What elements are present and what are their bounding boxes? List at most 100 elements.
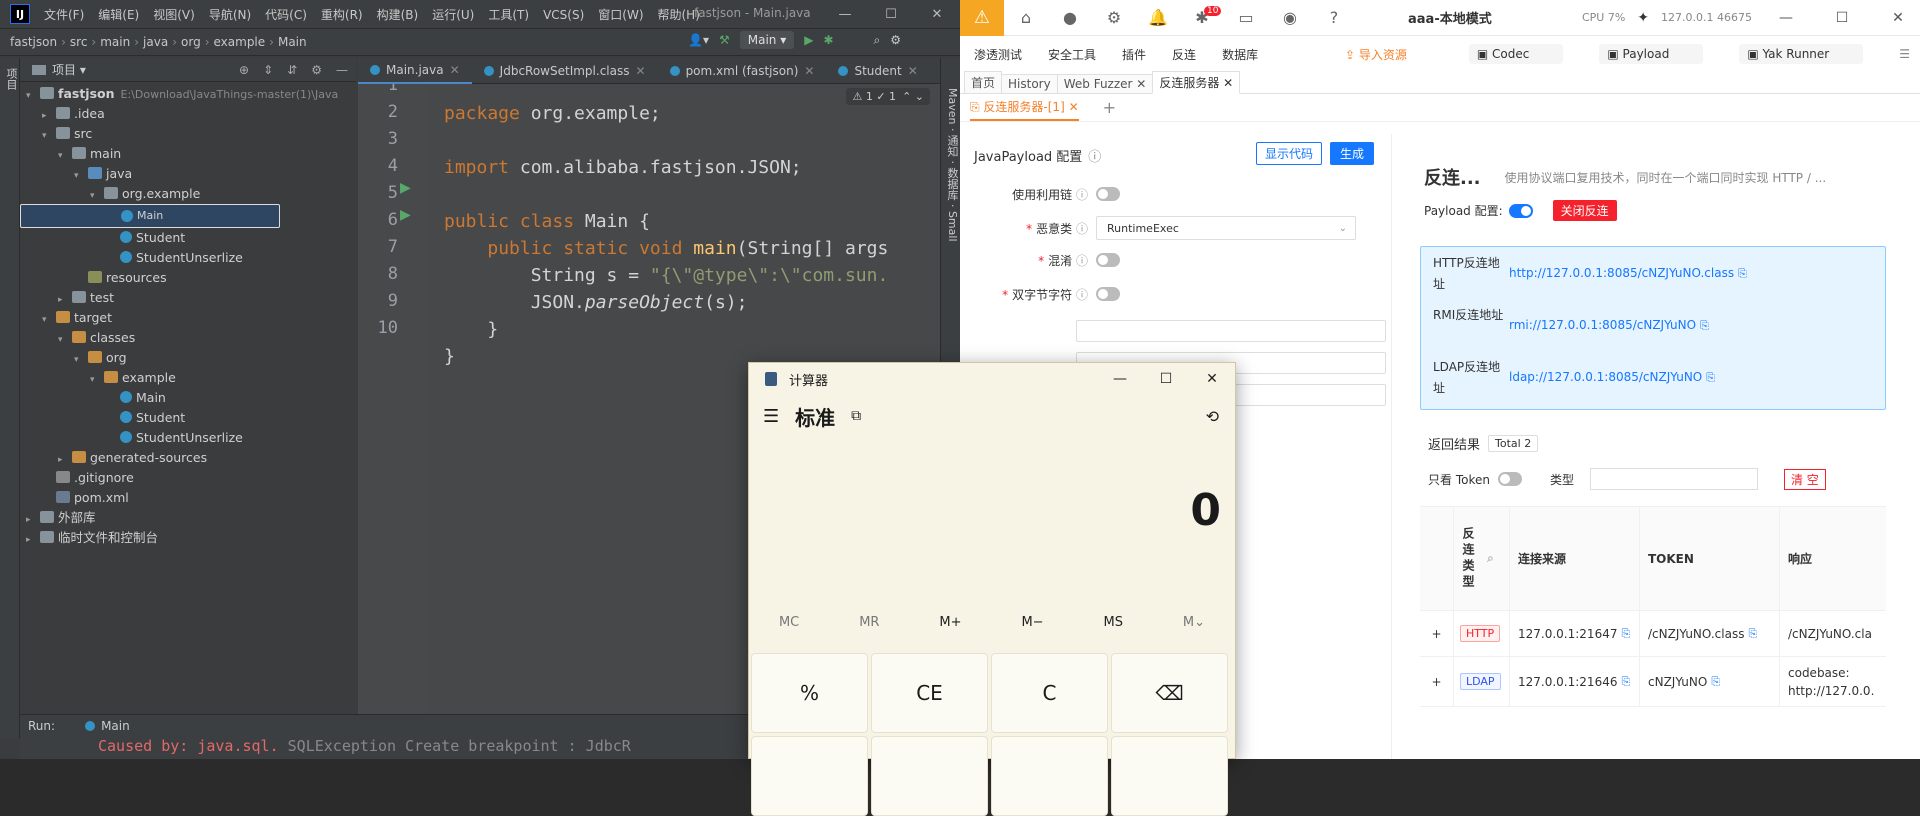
chevron-icon[interactable]: ▾ (26, 86, 40, 106)
key[interactable] (751, 736, 868, 816)
keep-on-top-icon[interactable]: ⧉ (851, 408, 861, 424)
chevron-icon[interactable]: ▸ (58, 290, 72, 310)
collapse-all-icon[interactable]: ⇵ (287, 63, 297, 77)
malicious-class-select[interactable]: RuntimeExec ⌄ (1096, 216, 1356, 240)
bell-icon[interactable]: 🔔 (1136, 8, 1180, 27)
run-icon[interactable]: ▶ (804, 33, 813, 47)
run-gutter-icon[interactable]: ▶ (400, 180, 411, 196)
close-icon[interactable]: ✕ (1189, 363, 1235, 395)
minimize-icon[interactable]: — (1764, 10, 1808, 26)
close-tab-icon[interactable]: ✕ (1132, 77, 1146, 91)
tree-node[interactable]: ▾ fastjson E:\Download\JavaThings-master(1… (20, 84, 356, 104)
tree-node[interactable]: Student (20, 408, 356, 428)
yak-menu-item[interactable]: 反连 (1172, 46, 1196, 63)
page-tab[interactable]: History (1001, 74, 1058, 93)
copy-icon[interactable]: ⎘ (1700, 319, 1709, 332)
menu-item[interactable]: 导航(N) (209, 8, 251, 22)
chevron-icon[interactable]: ▾ (42, 310, 56, 330)
clear-button[interactable]: C (991, 653, 1108, 733)
maximize-icon[interactable]: ☐ (1820, 10, 1864, 26)
chevron-icon[interactable]: ▸ (58, 450, 72, 470)
editor-tab[interactable]: Student ✕ (826, 58, 929, 84)
tree-node[interactable]: pom.xml (20, 488, 356, 508)
menu-item[interactable]: 运行(U) (432, 8, 474, 22)
page-tab[interactable]: 反连服务器 ✕ (1152, 71, 1241, 94)
address-value[interactable]: rmi://127.0.0.1:8085/cNZJYuNO ⎘ (1509, 305, 1709, 336)
tree-node[interactable]: ▾ org (20, 348, 356, 368)
import-resource-button[interactable]: ⇪ 导入资源 (1345, 46, 1433, 63)
memory-button[interactable]: M+ (939, 615, 961, 630)
tree-node[interactable]: resources (20, 268, 356, 288)
chevron-icon[interactable]: ▸ (26, 530, 40, 550)
hamburger-menu-icon[interactable]: ☰ (763, 406, 779, 427)
tree-node[interactable]: Main (20, 388, 356, 408)
page-tab[interactable]: Web Fuzzer ✕ (1056, 74, 1154, 93)
source-code[interactable]: package org.example; import com.alibaba.… (444, 84, 888, 370)
payload-config-toggle[interactable] (1508, 203, 1533, 218)
project-tool-button[interactable]: 项目 (3, 68, 19, 90)
menu-item[interactable]: 重构(R) (321, 8, 363, 22)
filter-icon[interactable]: ⌕ (1487, 551, 1494, 566)
run-gutter-icon[interactable]: ▶ (400, 207, 411, 223)
chevron-icon[interactable]: ▸ (42, 106, 56, 126)
menu-item[interactable]: 工具(T) (488, 8, 529, 22)
warning-icon[interactable]: ⚠ (960, 0, 1004, 36)
tree-node[interactable]: ▾ example (20, 368, 356, 388)
hide-icon[interactable]: — (336, 63, 348, 77)
tree-node[interactable]: ▾ target (20, 308, 356, 328)
editor-tab[interactable]: pom.xml (fastjson) ✕ (658, 58, 827, 84)
user-icon[interactable]: 👤▾ (688, 33, 709, 47)
breadcrumb-item[interactable]: example (214, 35, 266, 49)
menu-item[interactable]: 窗口(W) (598, 8, 643, 22)
only-token-toggle[interactable] (1497, 472, 1522, 486)
chevron-icon[interactable]: ▾ (58, 330, 72, 350)
locate-icon[interactable]: ⊕ (239, 63, 249, 77)
build-hammer-icon[interactable]: ⚒ (719, 33, 730, 47)
close-tab-icon[interactable]: ✕ (636, 64, 646, 78)
menu-item[interactable]: VCS(S) (543, 8, 584, 22)
menu-item[interactable]: 代码(C) (265, 8, 307, 22)
run-config-select[interactable]: Main ▾ (739, 31, 795, 49)
memory-button[interactable]: MC (779, 615, 799, 630)
tree-node[interactable]: ▾ classes (20, 328, 356, 348)
menu-item[interactable]: 构建(B) (377, 8, 419, 22)
chevron-icon[interactable]: ▾ (74, 350, 88, 370)
breadcrumb-item[interactable]: fastjson (10, 35, 57, 49)
percent-button[interactable]: % (751, 653, 868, 733)
address-value[interactable]: http://127.0.0.1:8085/cNZJYuNO.class ⎘ (1509, 253, 1747, 284)
tree-node[interactable]: ▸ test (20, 288, 356, 308)
close-tab-icon[interactable]: ✕ (1219, 76, 1233, 90)
tree-node[interactable]: .gitignore (20, 468, 356, 488)
chevron-icon[interactable]: ▾ (90, 186, 104, 206)
copy-icon[interactable]: ⎘ (1621, 627, 1630, 641)
menu-item[interactable]: 编辑(E) (98, 8, 139, 22)
clear-button[interactable]: 清 空 (1783, 468, 1826, 490)
tree-node[interactable]: ▾ java (20, 164, 356, 184)
maximize-icon[interactable]: ☐ (1143, 363, 1189, 395)
generate-button[interactable]: 生成 (1329, 142, 1374, 165)
editor-tab[interactable]: Main.java ✕ (358, 58, 472, 84)
options-gear-icon[interactable]: ⚙ (311, 63, 322, 77)
backspace-icon[interactable]: ⌫ (1111, 653, 1228, 733)
yak-menu-item[interactable]: 数据库 (1222, 46, 1258, 63)
payload-button[interactable]: ▣ Payload (1599, 44, 1704, 64)
camera-icon[interactable]: ◉ (1268, 8, 1312, 27)
editor-tab[interactable]: JdbcRowSetImpl.class ✕ (472, 58, 658, 84)
close-reverse-button[interactable]: 关闭反连 (1552, 200, 1617, 221)
maven-tool-button[interactable]: Maven · 通知 · 数据库 · Small (944, 88, 960, 242)
tree-node[interactable]: Main (20, 204, 280, 228)
address-link[interactable]: rmi://127.0.0.1:8085/cNZJYuNO (1509, 318, 1696, 332)
key[interactable] (991, 736, 1108, 816)
avatar[interactable]: ● (1048, 8, 1092, 27)
expand-row-button[interactable]: + (1420, 657, 1454, 706)
breadcrumb-item[interactable]: main (100, 35, 130, 49)
show-code-button[interactable]: 显示代码 (1255, 142, 1322, 165)
close-icon[interactable]: ✕ (914, 0, 960, 28)
chevron-icon[interactable]: ▾ (42, 126, 56, 146)
minimize-icon[interactable]: — (1097, 363, 1143, 395)
collapse-menu-icon[interactable]: ☰ (1899, 47, 1910, 61)
subtab-reverse-server-1[interactable]: ⎘ 反连服务器-[1] ✕ (970, 94, 1079, 121)
copy-icon[interactable]: ⎘ (1748, 627, 1757, 641)
codec-button[interactable]: ▣ Codec (1468, 44, 1564, 64)
minimize-icon[interactable]: — (822, 0, 868, 28)
